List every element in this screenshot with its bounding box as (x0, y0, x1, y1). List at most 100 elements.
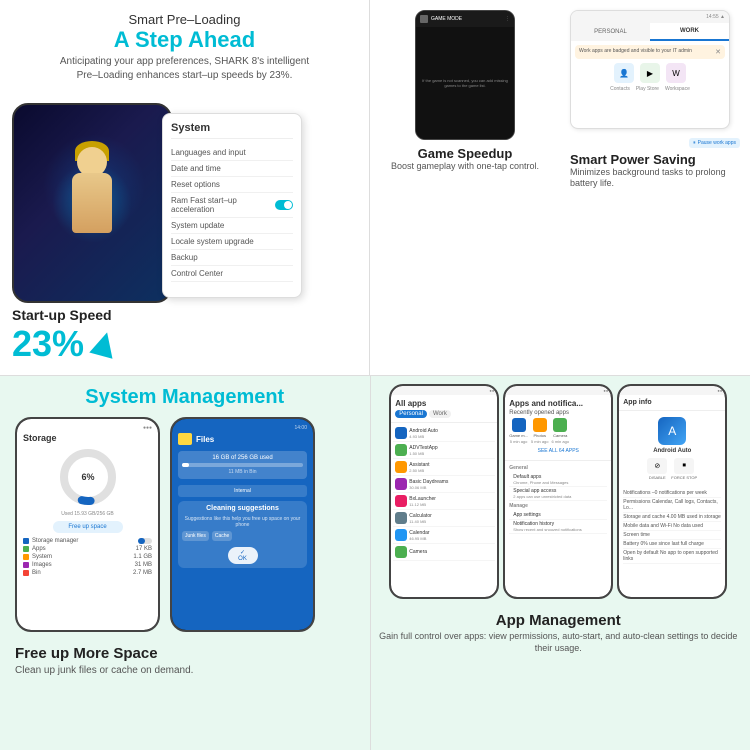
general-label: General (509, 463, 607, 473)
arrow-up-icon (89, 329, 118, 358)
top-right-top: GAME MODE ⋮ If the game is not scanned, … (370, 0, 750, 200)
disable-button[interactable]: ⊘ DISABLE (647, 458, 667, 480)
personal-tab-pill[interactable]: Personal (395, 410, 427, 418)
all-apps-screen: ●● All apps Personal Work (391, 386, 497, 597)
app-size-basic: 30.06 MB (409, 485, 493, 490)
notif-title: Apps and notifica... (509, 399, 607, 408)
camera-list-icon (395, 546, 407, 558)
see-all-apps-link[interactable]: SEE ALL 64 APPS (509, 446, 607, 456)
storage-screen-title: Storage (23, 433, 152, 443)
settings-item-locale: Locale system upgrade (171, 234, 293, 250)
game-mode-text: If the game is not scanned, you can add … (416, 74, 514, 92)
app-row-bxlauncher: BxLauncher 11.12 MB (393, 493, 495, 510)
free-up-title: Free up More Space (15, 645, 355, 662)
detail-storage: Storage and cache 4.00 MB used in storag… (623, 513, 721, 522)
force-stop-label: FORCE STOP (671, 475, 697, 480)
app-size-assistant: 2.50 MB (409, 468, 493, 473)
detail-screen: Screen time (623, 531, 721, 540)
app-name-camera: Camera (409, 549, 493, 555)
files-title: Files (196, 435, 214, 444)
all-apps-header: All apps Personal Work (391, 395, 497, 423)
startup-speed-label: Start-up Speed (12, 307, 116, 323)
smart-pre-loading-label: Smart Pre–Loading (20, 12, 349, 27)
files-screen: 14:00 Files 16 GB of 256 GB used 11 MB i… (172, 419, 313, 630)
camera-recent-icon (553, 418, 567, 432)
app-row-calendar: Calendar 46.95 MB (393, 527, 495, 544)
game-mode-recent-icon (512, 418, 526, 432)
app-info-icon-row: A Android Auto ⊘ DISABLE ⏹ FORCE STOP (619, 411, 725, 486)
all-apps-tabs: Personal Work (395, 410, 493, 418)
force-stop-icon: ⏹ (674, 458, 694, 474)
android-auto-icon (395, 427, 407, 439)
game-mode-label: GAME MODE (431, 16, 502, 22)
work-tab-pill[interactable]: Work (429, 410, 451, 418)
calendar-icon (395, 529, 407, 541)
detail-permissions: Permissions Calendar, Call logs, Contact… (623, 498, 721, 513)
app-list: Android Auto 4.93 MB ADVTestApp 1.50 MB (391, 423, 497, 563)
force-stop-button[interactable]: ⏹ FORCE STOP (671, 458, 697, 480)
basic-info: Basic Daydreams 30.06 MB (409, 479, 493, 490)
app-info-details: Notifications –0 notifications per week … (619, 486, 725, 567)
cleaning-item-cache: Cache (212, 531, 232, 541)
work-apps-row: 👤 ▶ W (575, 63, 725, 83)
pause-work-button[interactable]: ⏸ Pause work apps (689, 138, 740, 148)
cleaning-suggestions-title: Cleaning suggestions (182, 505, 303, 512)
files-folder-icon (178, 433, 192, 445)
bxlauncher-info: BxLauncher 11.12 MB (409, 496, 493, 507)
free-up-space-button[interactable]: Free up space (53, 521, 123, 533)
apps-notif-phone-mockup: ●● Apps and notifica... Recently opened … (503, 384, 613, 599)
settings-item-lang: Languages and input (171, 145, 293, 161)
assistant-icon (395, 461, 407, 473)
app-row-auto: Android Auto 4.93 MB (393, 425, 495, 442)
app-mgmt-desc: Gain full control over apps: view permis… (375, 631, 742, 654)
detail-open-by-default: Open by default No app to open supported… (623, 549, 721, 564)
app-row-camera: Camera (393, 544, 495, 561)
files-phone-mockup: 14:00 Files 16 GB of 256 GB used 11 MB i… (170, 417, 315, 632)
notif-history-sub: Show recent and snoozed notifications (513, 527, 582, 532)
app-settings-text: App settings (513, 512, 541, 518)
disable-label: DISABLE (649, 475, 666, 480)
ram-toggle[interactable] (275, 200, 293, 210)
detail-notifications: Notifications –0 notifications per week (623, 489, 721, 498)
contacts-icon: 👤 (614, 63, 634, 83)
assistant-info: Assistant 2.50 MB (409, 462, 493, 473)
contacts-label: Contacts (610, 86, 630, 92)
app-settings-row: App settings (509, 511, 607, 520)
camera-info: Camera (409, 549, 493, 555)
calc-info: Calculator 11.40 MB (409, 513, 493, 524)
phone-game-mode: GAME MODE ⋮ If the game is not scanned, … (415, 10, 515, 140)
android-auto-big-name: Android Auto (653, 448, 691, 454)
recently-opened-label: Recently opened apps (509, 410, 607, 416)
special-access-row: Special app access 2 apps can use unrest… (509, 487, 607, 501)
legend-storage-manager: Storage manager (23, 537, 152, 545)
special-access-sub: 2 apps can use unrestricted data (513, 494, 571, 499)
app-mgmt-section: App Management Gain full control over ap… (375, 612, 742, 654)
all-apps-phone-mockup: ●● All apps Personal Work (389, 384, 499, 599)
calculator-icon (395, 512, 407, 524)
apps-notif-screen: ●● Apps and notifica... Recently opened … (505, 386, 611, 597)
pre-loading-header: Smart Pre–Loading A Step Ahead Anticipat… (0, 0, 369, 89)
ok-button[interactable]: ✓ OK (228, 547, 258, 564)
detail-data: Mobile data and Wi-Fi No data used (623, 522, 721, 531)
work-tab[interactable]: WORK (650, 23, 729, 41)
app-info-header-title: App info (623, 399, 721, 406)
app-phones-row: ●● All apps Personal Work (375, 384, 742, 604)
android-auto-info: Android Auto 4.93 MB (409, 428, 493, 439)
system-mgmt-title: System Management (15, 386, 355, 409)
recent-camera: Camera 6 min ago (552, 418, 570, 444)
phone-settings-area: System Languages and input Date and time… (0, 93, 369, 313)
detail-battery: Battery 0% use since last full charge (623, 540, 721, 549)
legend-system: System 1.1 GB (23, 553, 152, 561)
default-apps-row: Default apps Chrome, Phone and Messages (509, 473, 607, 487)
settings-item-update: System update (171, 218, 293, 234)
storage-phone-mockup: ●●● Storage 6% Used 15.93 GB/256 GB Free… (15, 417, 160, 632)
personal-tab[interactable]: PERSONAL (571, 23, 650, 41)
notif-header: Apps and notifica... Recently opened app… (505, 395, 611, 461)
playstore-label: Play Store (636, 86, 659, 92)
storage-used-bar: 16 GB of 256 GB used 11 MB in Bin (178, 451, 307, 479)
settings-item-ram: Ram Fast start–up acceleration (171, 193, 293, 218)
app-row-advtest: ADVTestApp 1.50 MB (393, 442, 495, 459)
calendar-info: Calendar 46.95 MB (409, 530, 493, 541)
basic-daydreams-icon (395, 478, 407, 490)
work-profile-tabs: PERSONAL WORK (571, 23, 729, 41)
